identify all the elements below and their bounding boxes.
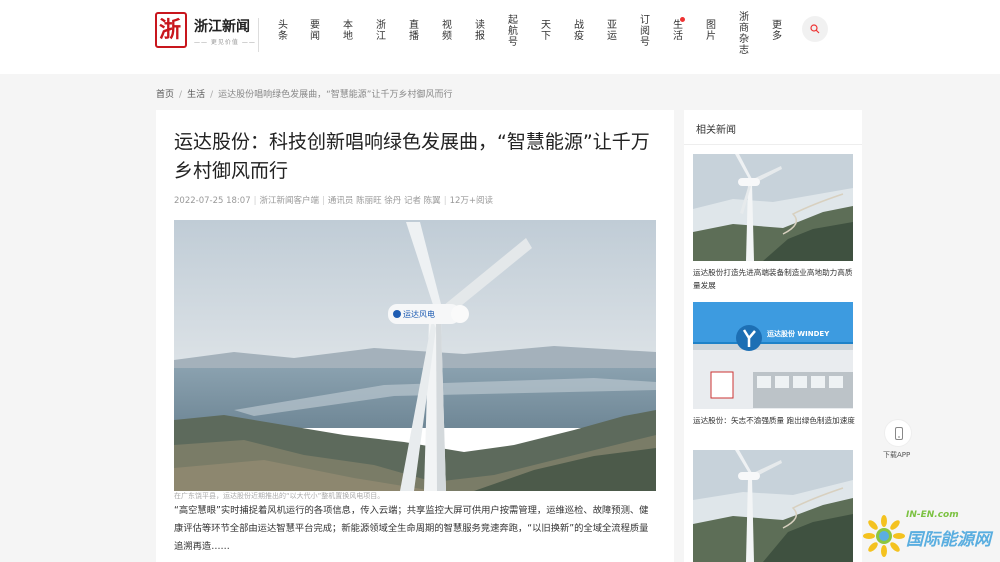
nav-item-subscription[interactable]: 订阅号 <box>638 15 652 48</box>
nav-item-magazine[interactable]: 浙商杂志 <box>737 12 751 56</box>
breadcrumb-home[interactable]: 首页 <box>156 90 174 100</box>
article-panel: 运达股份：科技创新唱响绿色发展曲，“智慧能源”让千万乡村御风而行 2022-07… <box>156 110 674 562</box>
nav-item-news[interactable]: 要闻 <box>308 20 322 42</box>
nav-item-pandemic[interactable]: 战疫 <box>572 20 586 42</box>
header-divider <box>258 18 259 52</box>
site-logo[interactable]: 浙 浙江新闻 —— 更见价值 —— <box>155 12 255 52</box>
logo-slogan: —— 更见价值 —— <box>194 39 256 46</box>
search-button[interactable] <box>802 16 828 42</box>
nav-item-zhejiang[interactable]: 浙江 <box>374 20 388 42</box>
logo-name: 浙江新闻 <box>194 19 250 35</box>
logo-mark: 浙 <box>155 12 187 48</box>
site-header: 浙 浙江新闻 —— 更见价值 —— 头条 要闻 本地 浙江 直播 视频 读报 起… <box>0 0 1000 74</box>
watermark-domain: IN-EN.com <box>906 510 959 520</box>
related-news-panel: 相关新闻 运达股份打造先进高端装备制造业高地助力高质量发展 运达股份 WINDE… <box>684 110 862 562</box>
phone-icon <box>895 427 903 440</box>
article-reads: 12万+阅读 <box>449 196 494 206</box>
watermark-name: 国际能源网 <box>906 530 991 550</box>
breadcrumb-section[interactable]: 生活 <box>187 90 205 100</box>
article-title: 运达股份：科技创新唱响绿色发展曲，“智慧能源”让千万乡村御风而行 <box>174 131 650 182</box>
breadcrumb-current: 运达股份唱响绿色发展曲，“智慧能源”让千万乡村御风而行 <box>218 90 453 100</box>
breadcrumb: 首页 / 生活 / 运达股份唱响绿色发展曲，“智慧能源”让千万乡村御风而行 <box>156 87 452 100</box>
nav-item-life[interactable]: 生活 <box>671 20 685 42</box>
article-lead: “高空慧眼”实时捕捉着风机运行的各项信息，传入云端；共享监控大屏可供用户按需管理… <box>174 505 649 552</box>
article-source: 浙江新闻客户端 <box>259 196 319 206</box>
breadcrumb-separator: / <box>179 90 183 100</box>
nav-item-more[interactable]: 更多 <box>770 20 784 42</box>
svg-text:运达股份 WINDEY: 运达股份 WINDEY <box>767 329 830 338</box>
sun-flower-icon <box>863 515 905 557</box>
new-badge <box>679 16 686 23</box>
breadcrumb-separator: / <box>210 90 214 100</box>
related-item-image[interactable]: 运达股份 WINDEY <box>693 302 853 409</box>
search-icon <box>810 24 820 34</box>
nav-item-local[interactable]: 本地 <box>341 20 355 42</box>
nav-item-world[interactable]: 天下 <box>539 20 553 42</box>
related-news-title: 相关新闻 <box>696 125 736 136</box>
article-date: 2022-07-25 18:07 <box>174 196 251 206</box>
nav-item-epaper[interactable]: 读报 <box>473 20 487 42</box>
related-item-image[interactable] <box>693 450 853 562</box>
related-item-title[interactable]: 运达股份打造先进高端装备制造业高地助力高质量发展 <box>693 266 855 292</box>
nav-item-live[interactable]: 直播 <box>407 20 421 42</box>
image-caption: 在广东饶平县，运达股份近期推出的“以大代小”整机置换风电项目。 <box>174 492 385 500</box>
nav-item-video[interactable]: 视频 <box>440 20 454 42</box>
article-meta: 2022-07-25 18:07 | 浙江新闻客户端 | 通讯员 陈丽旺 徐丹 记者 陈… <box>174 196 494 206</box>
nav-item-photos[interactable]: 图片 <box>704 20 718 42</box>
article-authors: 通讯员 陈丽旺 徐丹 记者 陈翼 <box>327 196 441 206</box>
download-app-button[interactable] <box>884 419 912 447</box>
article-hero-image: 运达风电 <box>174 220 656 491</box>
watermark-logo: IN-EN.com 国际能源网 <box>860 508 1000 562</box>
svg-text:运达风电: 运达风电 <box>403 309 435 319</box>
nav-item-headlines[interactable]: 头条 <box>276 20 290 42</box>
nav-item-qihang[interactable]: 起航号 <box>506 15 520 48</box>
download-app-label: 下载APP <box>883 451 911 459</box>
related-item-title[interactable]: 运达股份：矢志不渝强质量 跑出绿色制造加速度 <box>693 414 855 427</box>
divider <box>684 144 862 145</box>
nav-item-asian-games[interactable]: 亚运 <box>605 20 619 42</box>
related-item-image[interactable] <box>693 154 853 261</box>
